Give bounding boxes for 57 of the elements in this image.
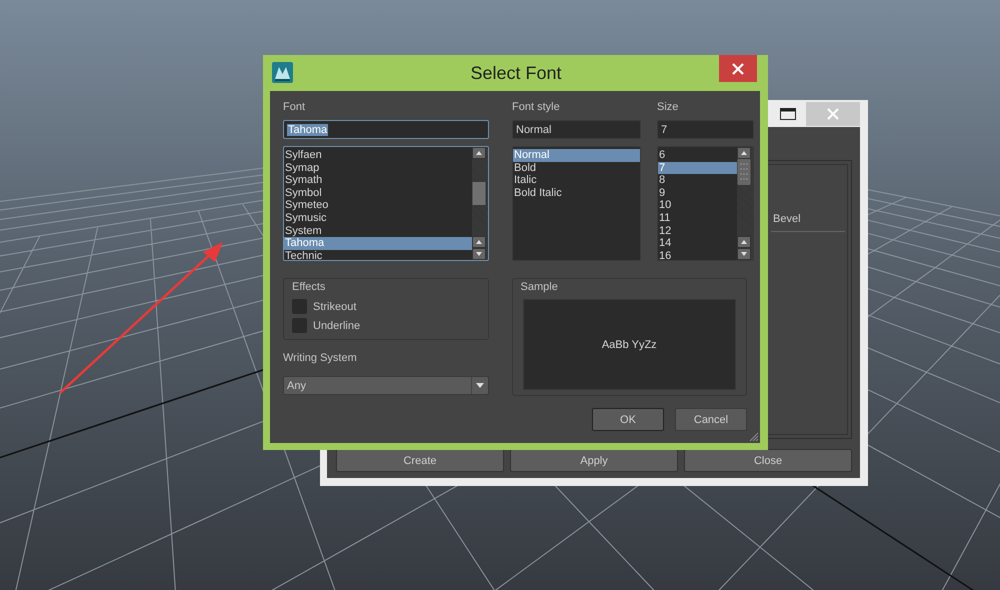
field-label: Writing System: [283, 352, 358, 366]
list-item[interactable]: 6: [658, 149, 737, 162]
dialog-button[interactable]: OK: [592, 408, 664, 431]
list-item[interactable]: 11: [658, 212, 737, 225]
close-icon: [827, 108, 839, 120]
dialog-title: Select Font: [469, 63, 563, 84]
close-button[interactable]: [719, 55, 757, 82]
list-item[interactable]: Symbol: [284, 186, 472, 200]
dropdown-arrow-icon: [476, 383, 484, 388]
scroll-up-icon: [472, 236, 486, 248]
scrollbar[interactable]: [472, 147, 488, 260]
text-field[interactable]: 7: [657, 120, 754, 139]
list-item[interactable]: Symap: [284, 162, 472, 174]
checkbox-label: Strikeout: [313, 300, 356, 312]
scroll-thumb-icon: [472, 182, 486, 205]
list-item[interactable]: Technic: [284, 250, 472, 260]
field-label: Font: [283, 101, 306, 115]
field-label: Font style: [512, 101, 561, 115]
dialog-button[interactable]: Cancel: [675, 408, 747, 431]
list-item[interactable]: Symath: [284, 174, 472, 187]
list-item[interactable]: 7: [658, 162, 737, 174]
text-field[interactable]: Normal: [512, 120, 641, 139]
list-item[interactable]: Normal: [513, 149, 640, 162]
list-item[interactable]: Bold Italic: [513, 186, 640, 200]
app-icon: [272, 62, 293, 83]
list-item[interactable]: 16: [658, 250, 737, 260]
list-item[interactable]: 10: [658, 199, 737, 212]
scroll-thumb-icon: [737, 159, 751, 185]
action-button[interactable]: Close: [684, 449, 852, 472]
scrollbar[interactable]: [737, 147, 753, 260]
action-button[interactable]: Apply: [510, 449, 678, 472]
list-item[interactable]: Bold: [513, 162, 640, 174]
field-label: Size: [657, 101, 680, 115]
maximize-icon: [780, 108, 796, 120]
list-item[interactable]: 8: [658, 174, 737, 187]
list-item[interactable]: Sylfaen: [284, 149, 472, 162]
writing-system-dropdown[interactable]: Any: [283, 376, 489, 395]
checkbox[interactable]: [292, 299, 307, 314]
list-item[interactable]: 9: [658, 186, 737, 200]
list-item[interactable]: Italic: [513, 174, 640, 187]
list-item[interactable]: Symusic: [284, 212, 472, 225]
close-icon: [732, 62, 744, 74]
group-title: Sample: [520, 281, 559, 295]
sample-preview: AaBb YyZz: [522, 299, 736, 390]
action-button[interactable]: Create: [336, 449, 504, 472]
checkbox[interactable]: [292, 318, 307, 333]
list-item[interactable]: 12: [658, 224, 737, 238]
list-item[interactable]: Symeteo: [284, 199, 472, 212]
checkbox-label: Underline: [313, 320, 360, 332]
list-item[interactable]: Tahoma: [284, 237, 472, 250]
scroll-up-icon: [737, 236, 751, 248]
list-item[interactable]: System: [284, 224, 472, 238]
resize-grip-icon: [749, 432, 759, 442]
group-title: Effects: [292, 281, 326, 295]
list-item[interactable]: 14: [658, 237, 737, 250]
text-field[interactable]: Tahoma: [283, 120, 489, 139]
bevel-label: Bevel: [771, 213, 845, 232]
